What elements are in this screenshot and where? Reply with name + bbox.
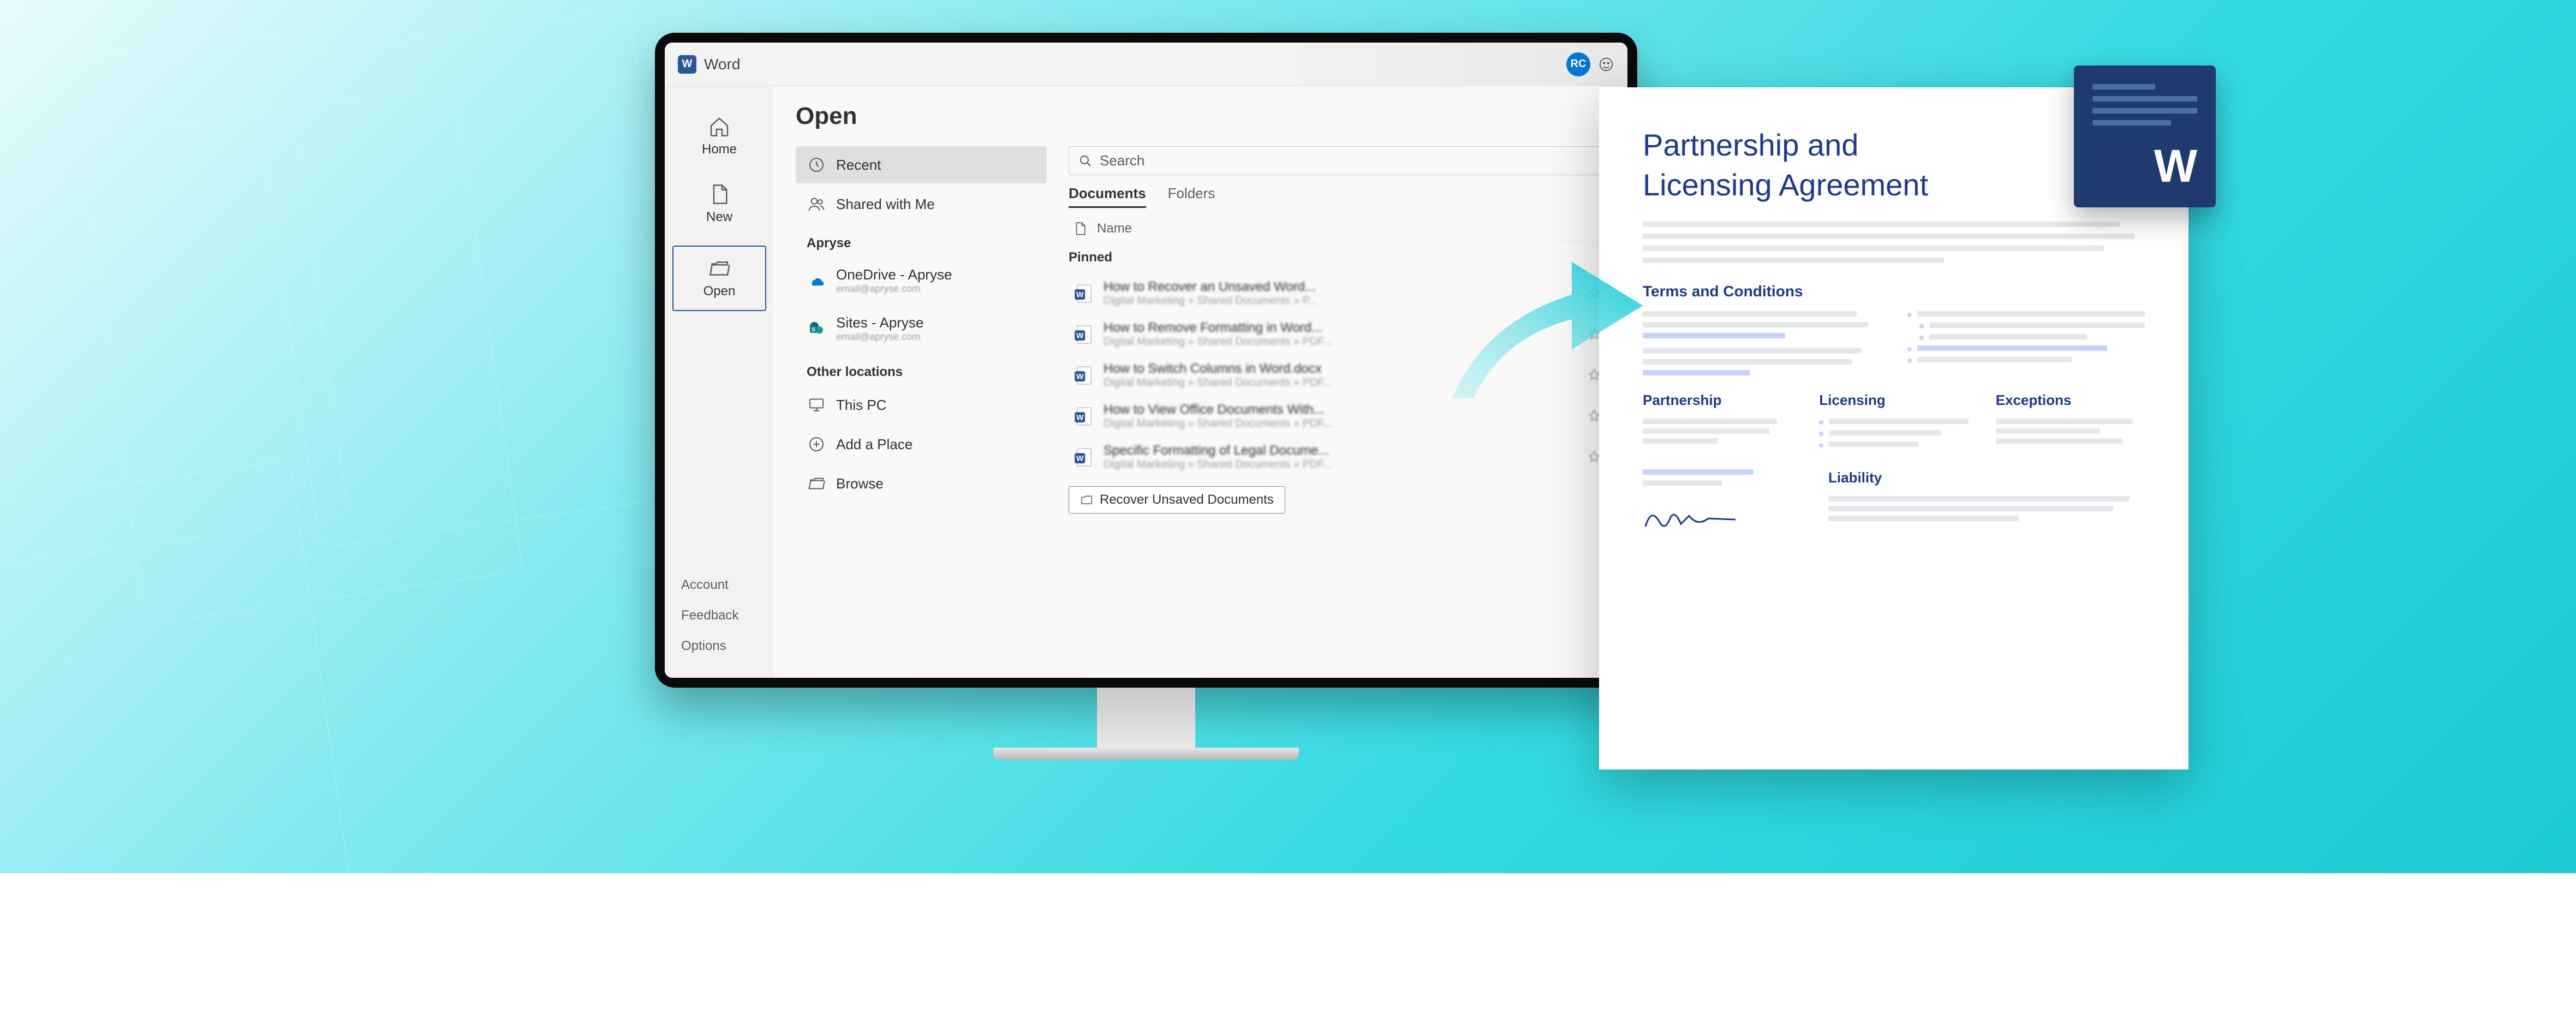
onedrive-icon: [807, 271, 826, 290]
nav-open[interactable]: Open: [672, 246, 766, 311]
tab-documents[interactable]: Documents: [1069, 185, 1146, 208]
source-sites[interactable]: S Sites - Apryseemail@apryse.com: [796, 306, 1047, 351]
document-preview: W Partnership andLicensing Agreement Ter…: [1599, 87, 2189, 770]
group-apryse: Apryse: [796, 225, 1047, 255]
svg-text:W: W: [1076, 331, 1084, 340]
source-onedrive[interactable]: OneDrive - Apryseemail@apryse.com: [796, 258, 1047, 303]
pc-icon: [807, 395, 826, 415]
titlebar: W Word RC: [665, 43, 1627, 86]
word-doc-icon: W: [1073, 365, 1094, 386]
col-liability: Liability: [1828, 469, 2145, 486]
people-icon: [807, 194, 826, 214]
app-title: Word: [704, 56, 740, 73]
folder-open-icon: [708, 258, 730, 279]
recover-icon: [1080, 493, 1093, 506]
nav-feedback[interactable]: Feedback: [665, 600, 774, 631]
word-app-icon: W: [678, 55, 696, 74]
group-other: Other locations: [796, 354, 1047, 384]
add-place-icon: [807, 434, 826, 454]
side-nav: Home New Open Account Feedback Options: [665, 86, 774, 678]
word-doc-icon: W: [1073, 406, 1094, 427]
sources-list: Recent Shared with Me Apryse OneDrive - …: [796, 146, 1047, 661]
search-input[interactable]: Search: [1069, 146, 1606, 175]
document-title: Partnership andLicensing Agreement: [1643, 126, 2145, 205]
svg-text:W: W: [1076, 372, 1084, 381]
file-row[interactable]: WSpecific Formatting of Legal Docume...D…: [1069, 437, 1606, 478]
search-icon: [1079, 154, 1092, 168]
nav-options[interactable]: Options: [665, 631, 774, 661]
col-exceptions: Exceptions: [1996, 392, 2145, 409]
signature: [1643, 502, 1801, 538]
nav-new[interactable]: New: [665, 170, 774, 238]
file-icon: [1073, 222, 1087, 236]
svg-text:S: S: [812, 326, 815, 333]
tab-folders[interactable]: Folders: [1168, 185, 1215, 208]
word-doc-icon: W: [1073, 447, 1094, 468]
svg-text:W: W: [1076, 413, 1084, 422]
clock-icon: [807, 155, 826, 175]
sharepoint-icon: S: [807, 319, 826, 338]
word-doc-icon: W: [1073, 283, 1094, 304]
col-partnership: Partnership: [1643, 392, 1792, 409]
nav-account[interactable]: Account: [665, 570, 774, 600]
arrow-graphic: [1441, 224, 1648, 409]
word-tile-icon: W: [2074, 65, 2216, 207]
home-icon: [708, 116, 730, 138]
new-doc-icon: [708, 183, 730, 205]
source-thispc[interactable]: This PC: [796, 386, 1047, 424]
page-title: Open: [796, 103, 1606, 130]
source-addplace[interactable]: Add a Place: [796, 426, 1047, 463]
recover-unsaved-button[interactable]: Recover Unsaved Documents: [1069, 486, 1285, 514]
user-avatar[interactable]: RC: [1566, 52, 1590, 76]
monitor-frame: W Word RC Home New: [655, 33, 1637, 786]
browse-folder-icon: [807, 474, 826, 493]
section-terms: Terms and Conditions: [1643, 283, 2145, 300]
nav-home[interactable]: Home: [665, 103, 774, 170]
col-licensing: Licensing: [1819, 392, 1968, 409]
source-browse[interactable]: Browse: [796, 465, 1047, 502]
svg-text:W: W: [1076, 454, 1084, 463]
source-recent[interactable]: Recent: [796, 146, 1047, 183]
source-shared[interactable]: Shared with Me: [796, 186, 1047, 223]
word-doc-icon: W: [1073, 324, 1094, 345]
svg-text:W: W: [1076, 290, 1084, 299]
emoji-icon[interactable]: [1598, 56, 1614, 73]
